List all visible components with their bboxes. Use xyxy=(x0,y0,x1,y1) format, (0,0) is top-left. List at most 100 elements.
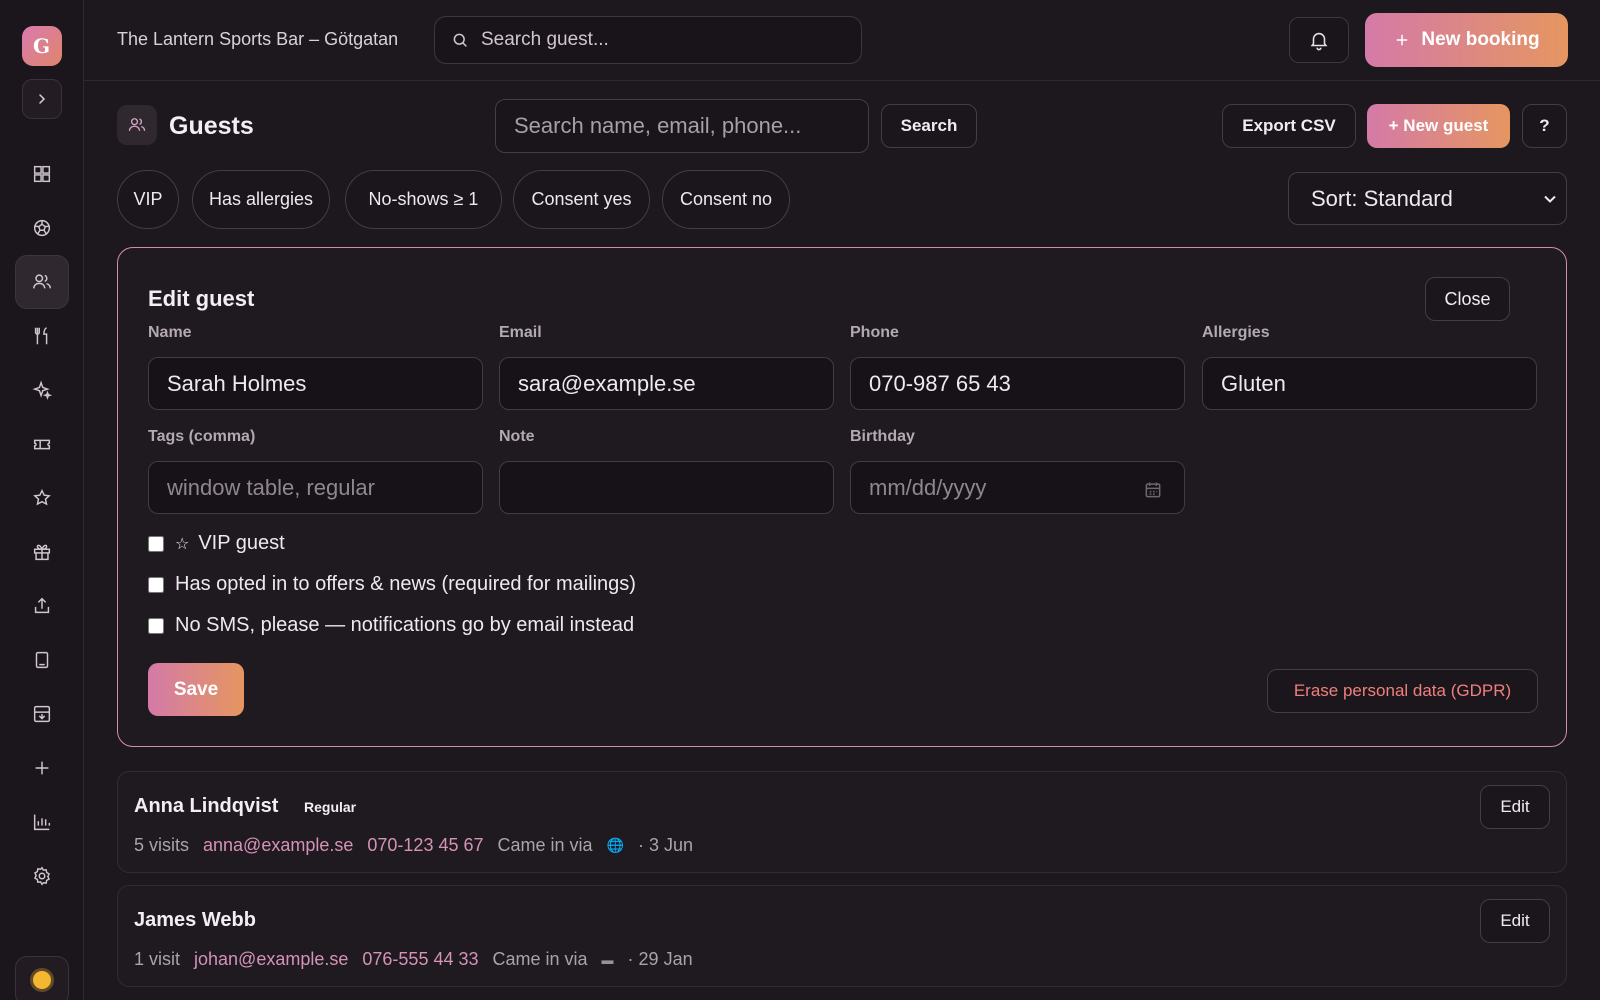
sidebar-item-specials[interactable] xyxy=(15,363,69,417)
edit-guest-panel: Edit guest Close Name Email Phone Allerg… xyxy=(117,247,1567,747)
note-field[interactable] xyxy=(499,461,834,514)
page-title: Guests xyxy=(169,112,254,140)
guest-date: · 29 Jan xyxy=(627,949,693,969)
sidebar-item-export[interactable] xyxy=(15,579,69,633)
phone-field[interactable] xyxy=(850,357,1185,410)
visit-count: 1 visit xyxy=(134,949,181,969)
birthday-label: Birthday xyxy=(850,428,915,445)
top-search-box xyxy=(434,16,862,64)
page-header: Guests Search Export CSV + New guest ? xyxy=(117,99,1567,155)
users-icon xyxy=(117,105,157,145)
allergies-field[interactable] xyxy=(1202,357,1537,410)
plus-icon xyxy=(1397,34,1408,46)
sort-select[interactable]: Sort: Standard xyxy=(1288,172,1567,225)
name-label: Name xyxy=(148,324,192,341)
vip-checkbox[interactable] xyxy=(148,535,164,552)
edit-guest-title: Edit guest xyxy=(148,286,255,311)
sun-icon xyxy=(33,971,51,989)
search-button[interactable]: Search xyxy=(881,104,977,148)
tags-field[interactable] xyxy=(148,461,483,514)
guest-card: James Webb 1 visit johan@example.se 076-… xyxy=(117,885,1567,987)
came-via-label: Came in via xyxy=(497,835,593,855)
bar-chart-icon xyxy=(33,814,50,831)
sidebar-item-reviews[interactable] xyxy=(15,471,69,525)
venue-name: The Lantern Sports Bar – Götgatan xyxy=(117,29,399,49)
ticket-icon xyxy=(33,439,50,450)
edit-guest-button[interactable]: Edit xyxy=(1480,785,1550,829)
filter-chip-no-shows[interactable]: No-shows ≥ 1 xyxy=(345,170,502,229)
visit-count: 5 visits xyxy=(134,835,190,855)
new-booking-button[interactable]: New booking xyxy=(1365,13,1568,67)
grid-icon xyxy=(33,165,50,183)
no-sms-checkbox[interactable] xyxy=(148,617,164,634)
ball-icon xyxy=(33,219,50,237)
guest-phone[interactable]: 070-123 45 67 xyxy=(367,835,483,856)
guest-search-input[interactable] xyxy=(495,99,869,153)
came-via-label: Came in via xyxy=(492,949,588,969)
filter-bar: VIP Has allergies No-shows ≥ 1 Consent y… xyxy=(117,170,1567,230)
export-csv-button[interactable]: Export CSV xyxy=(1222,104,1356,148)
sidebar-item-guests[interactable] xyxy=(14,255,69,309)
sidebar-item-add[interactable] xyxy=(15,741,69,795)
theme-toggle-button[interactable] xyxy=(15,956,69,1000)
email-label: Email xyxy=(499,324,542,341)
gift-icon xyxy=(33,544,50,561)
sidebar-item-inbox[interactable] xyxy=(15,687,69,741)
note-label: Note xyxy=(499,428,535,445)
plus-icon xyxy=(35,761,48,775)
phone-label: Phone xyxy=(850,324,899,341)
top-search-input[interactable] xyxy=(481,29,841,51)
consent-checkbox[interactable] xyxy=(148,576,164,593)
filter-chip-allergies[interactable]: Has allergies xyxy=(192,170,330,229)
sidebar-item-sports[interactable] xyxy=(15,201,69,255)
name-field[interactable] xyxy=(148,357,483,410)
expand-sidebar-button[interactable] xyxy=(21,79,62,119)
chevron-right-icon xyxy=(38,94,45,104)
sidebar-item-settings[interactable] xyxy=(15,849,69,903)
tablet-icon xyxy=(35,651,48,669)
no-sms-checkbox-row[interactable]: No SMS, please — notifications go by ema… xyxy=(148,614,634,637)
sidebar: G xyxy=(0,0,84,1000)
guest-name: James Webb xyxy=(134,909,256,931)
filter-chip-consent-no[interactable]: Consent no xyxy=(662,170,790,229)
chevron-down-icon xyxy=(1544,195,1556,203)
guest-tag-badge: Regular xyxy=(304,799,357,815)
vip-checkbox-label: VIP guest xyxy=(198,532,285,554)
guest-email[interactable]: anna@example.se xyxy=(203,835,353,856)
sidebar-item-stats[interactable] xyxy=(15,795,69,849)
edit-guest-button[interactable]: Edit xyxy=(1480,899,1550,943)
app-logo[interactable]: G xyxy=(21,26,62,66)
vip-checkbox-row[interactable]: ☆ VIP guest xyxy=(148,532,285,555)
filter-chip-consent-yes[interactable]: Consent yes xyxy=(513,170,650,229)
consent-checkbox-label: Has opted in to offers & news (required … xyxy=(175,573,636,595)
help-button[interactable]: ? xyxy=(1522,104,1567,148)
sidebar-item-gift-cards[interactable] xyxy=(15,525,69,579)
consent-checkbox-row[interactable]: Has opted in to offers & news (required … xyxy=(148,573,636,596)
utensils-icon xyxy=(34,327,47,345)
gear-icon xyxy=(33,866,50,886)
save-button[interactable]: Save xyxy=(148,663,244,716)
inbox-icon xyxy=(33,705,50,723)
sidebar-item-menu[interactable] xyxy=(15,309,69,363)
new-guest-button[interactable]: + New guest xyxy=(1367,104,1510,148)
card-icon: ▬ xyxy=(601,952,614,967)
filter-chip-vip[interactable]: VIP xyxy=(117,170,179,229)
close-button[interactable]: Close xyxy=(1425,277,1510,321)
sort-selected-value: Sort: Standard xyxy=(1311,185,1453,211)
star-icon xyxy=(32,488,51,506)
guest-email[interactable]: johan@example.se xyxy=(194,949,348,970)
calendar-icon[interactable] xyxy=(1143,480,1163,500)
users-icon xyxy=(32,274,51,289)
birthday-field[interactable] xyxy=(850,461,1185,514)
sidebar-nav xyxy=(14,147,69,903)
bell-icon xyxy=(1310,32,1328,51)
guest-card: Anna Lindqvist Regular 5 visits anna@exa… xyxy=(117,771,1567,873)
notifications-button[interactable] xyxy=(1289,17,1349,63)
sidebar-item-tablet[interactable] xyxy=(15,633,69,687)
star-icon: ☆ xyxy=(175,535,190,553)
email-field[interactable] xyxy=(499,357,834,410)
erase-gdpr-button[interactable]: Erase personal data (GDPR) xyxy=(1267,669,1538,713)
guest-phone[interactable]: 076-555 44 33 xyxy=(362,949,478,970)
sidebar-item-dashboard[interactable] xyxy=(15,147,69,201)
sidebar-item-tickets[interactable] xyxy=(15,417,69,471)
